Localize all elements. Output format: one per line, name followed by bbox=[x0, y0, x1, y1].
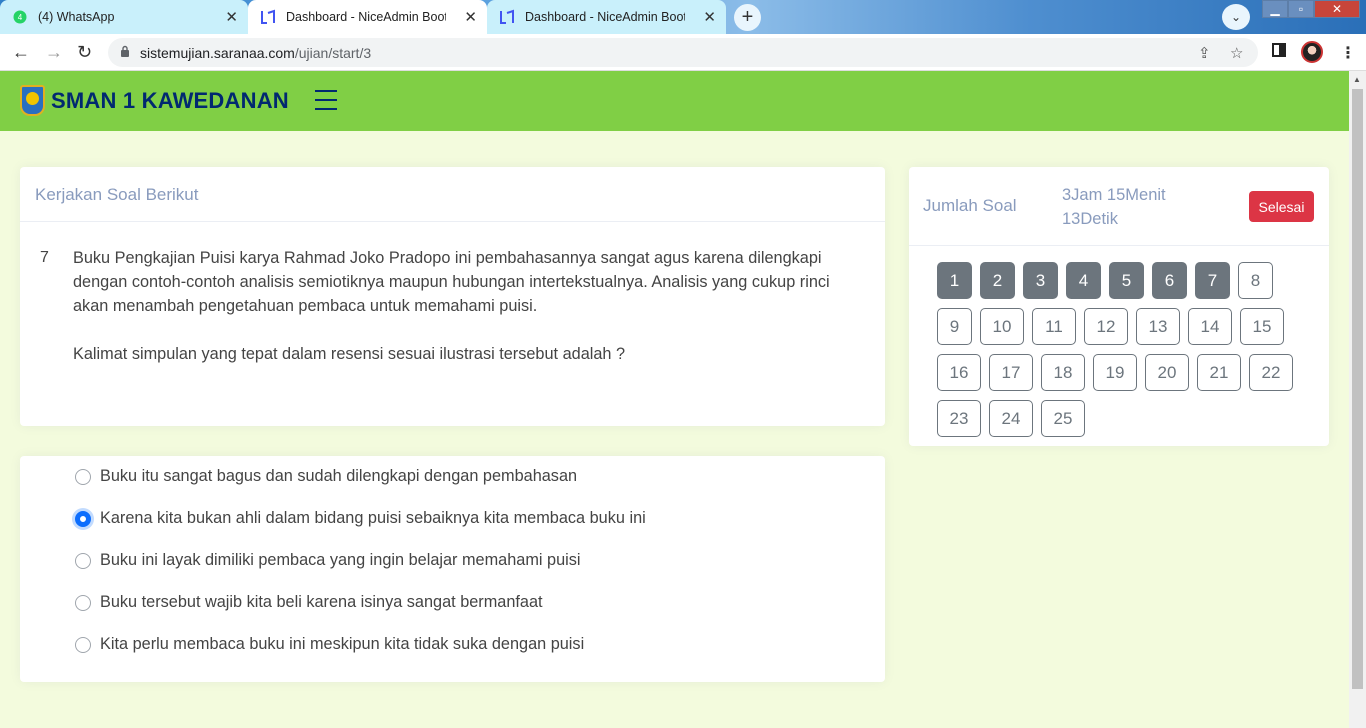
close-tab-icon[interactable]: ✕ bbox=[464, 8, 477, 26]
close-tab-icon[interactable]: ✕ bbox=[225, 8, 238, 26]
tab-title: Dashboard - NiceAdmin Bootstrap bbox=[525, 10, 685, 24]
tab-search-button[interactable]: ⌄ bbox=[1222, 4, 1250, 30]
answer-option[interactable]: Buku itu sangat bagus dan sudah dilengka… bbox=[75, 467, 577, 486]
question-button[interactable]: 19 bbox=[1093, 354, 1137, 391]
question-button[interactable]: 7 bbox=[1195, 262, 1230, 299]
scrollbar-thumb[interactable] bbox=[1352, 89, 1363, 689]
niceadmin-icon bbox=[260, 9, 276, 25]
hamburger-menu-icon[interactable] bbox=[315, 90, 337, 110]
tab-title: (4) WhatsApp bbox=[38, 10, 115, 24]
question-number: 7 bbox=[40, 249, 49, 266]
browser-toolbar: ← → ↻ sistemujian.saranaa.com/ujian/star… bbox=[0, 34, 1366, 71]
bookmark-star-icon[interactable]: ☆ bbox=[1230, 44, 1243, 62]
whatsapp-icon: 4 bbox=[12, 9, 28, 25]
question-paragraph: Buku Pengkajian Puisi karya Rahmad Joko … bbox=[73, 249, 830, 315]
question-card: Kerjakan Soal Berikut 7 Buku Pengkajian … bbox=[20, 167, 885, 426]
question-button[interactable]: 18 bbox=[1041, 354, 1085, 391]
answer-text: Buku tersebut wajib kita beli karena isi… bbox=[100, 593, 543, 611]
profile-avatar[interactable] bbox=[1301, 41, 1323, 63]
window-controls: ▁ ▫ ✕ bbox=[1262, 0, 1360, 20]
question-button[interactable]: 25 bbox=[1041, 400, 1085, 437]
question-button[interactable]: 22 bbox=[1249, 354, 1293, 391]
answer-text: Buku itu sangat bagus dan sudah dilengka… bbox=[100, 467, 578, 485]
question-button[interactable]: 13 bbox=[1136, 308, 1180, 345]
browser-tab-strip: 4 (4) WhatsApp ✕ Dashboard - NiceAdmin B… bbox=[0, 0, 1366, 34]
tab-dashboard[interactable]: Dashboard - NiceAdmin Bootstrap ✕ bbox=[487, 0, 726, 34]
side-panel-icon[interactable] bbox=[1272, 43, 1286, 62]
question-button[interactable]: 1 bbox=[937, 262, 972, 299]
question-count-label: Jumlah Soal bbox=[923, 196, 1017, 215]
school-logo-icon bbox=[20, 85, 45, 116]
question-button[interactable]: 6 bbox=[1152, 262, 1187, 299]
question-button[interactable]: 12 bbox=[1084, 308, 1128, 345]
question-prompt: Kalimat simpulan yang tepat dalam resens… bbox=[73, 345, 626, 363]
tab-dashboard-active[interactable]: Dashboard - NiceAdmin Bootstrap ✕ bbox=[248, 0, 487, 34]
answer-text: Kita perlu membaca buku ini meskipun kit… bbox=[100, 635, 585, 653]
finish-button[interactable]: Selesai bbox=[1249, 191, 1314, 222]
close-window-button[interactable]: ✕ bbox=[1314, 0, 1360, 18]
question-button[interactable]: 24 bbox=[989, 400, 1033, 437]
answer-radio[interactable] bbox=[75, 594, 91, 611]
tab-title: Dashboard - NiceAdmin Bootstrap bbox=[286, 10, 446, 24]
question-button[interactable]: 11 bbox=[1032, 308, 1076, 345]
question-button[interactable]: 16 bbox=[937, 354, 981, 391]
svg-text:4: 4 bbox=[18, 13, 23, 22]
reload-icon[interactable]: ↻ bbox=[77, 42, 92, 63]
answer-radio[interactable] bbox=[75, 552, 91, 569]
maximize-button[interactable]: ▫ bbox=[1288, 0, 1314, 18]
address-bar[interactable]: sistemujian.saranaa.com/ujian/start/3 ⇪ … bbox=[108, 38, 1258, 67]
answer-radio[interactable] bbox=[75, 468, 91, 485]
url-text: sistemujian.saranaa.com/ujian/start/3 bbox=[140, 45, 371, 61]
question-button[interactable]: 2 bbox=[980, 262, 1015, 299]
countdown-timer: 3Jam 15Menit 13Detik bbox=[1062, 183, 1212, 231]
question-button[interactable]: 14 bbox=[1188, 308, 1232, 345]
question-button[interactable]: 8 bbox=[1238, 262, 1273, 299]
new-tab-button[interactable]: + bbox=[734, 4, 761, 31]
question-navigator-card: Jumlah Soal 3Jam 15Menit 13Detik Selesai… bbox=[909, 167, 1329, 446]
navigator-header: Jumlah Soal 3Jam 15Menit 13Detik Selesai bbox=[909, 167, 1329, 246]
close-tab-icon[interactable]: ✕ bbox=[703, 8, 716, 26]
question-button[interactable]: 23 bbox=[937, 400, 981, 437]
question-button[interactable]: 17 bbox=[989, 354, 1033, 391]
question-text: Buku Pengkajian Puisi karya Rahmad Joko … bbox=[73, 246, 853, 366]
answer-radio-selected[interactable] bbox=[75, 510, 91, 527]
question-button[interactable]: 3 bbox=[1023, 262, 1058, 299]
answer-text: Karena kita bukan ahli dalam bidang puis… bbox=[100, 509, 646, 527]
answer-radio[interactable] bbox=[75, 636, 91, 653]
back-icon[interactable]: ← bbox=[12, 42, 30, 63]
url-path: /ujian/start/3 bbox=[294, 44, 372, 61]
question-card-title: Kerjakan Soal Berikut bbox=[20, 167, 885, 222]
forward-icon[interactable]: → bbox=[45, 42, 63, 63]
answer-option[interactable]: Buku tersebut wajib kita beli karena isi… bbox=[75, 593, 543, 612]
tab-whatsapp[interactable]: 4 (4) WhatsApp ✕ bbox=[0, 0, 248, 34]
niceadmin-icon bbox=[499, 9, 515, 25]
share-icon[interactable]: ⇪ bbox=[1198, 44, 1211, 62]
url-host: sistemujian.saranaa.com bbox=[140, 44, 295, 61]
timer-line: 3Jam 15Menit bbox=[1062, 186, 1166, 204]
answer-option[interactable]: Karena kita bukan ahli dalam bidang puis… bbox=[75, 509, 646, 528]
lock-icon bbox=[120, 45, 130, 60]
scroll-up-arrow-icon[interactable]: ▲ bbox=[1353, 75, 1361, 84]
question-button[interactable]: 21 bbox=[1197, 354, 1241, 391]
question-button[interactable]: 20 bbox=[1145, 354, 1189, 391]
question-button[interactable]: 5 bbox=[1109, 262, 1144, 299]
app-header: SMAN 1 KAWEDANAN bbox=[0, 71, 1349, 131]
question-button[interactable]: 15 bbox=[1240, 308, 1284, 345]
menu-kebab-icon[interactable]: ⋮ bbox=[1340, 43, 1356, 63]
minimize-button[interactable]: ▁ bbox=[1262, 0, 1288, 18]
answer-option[interactable]: Buku ini layak dimiliki pembaca yang ing… bbox=[75, 551, 581, 570]
page-scrollbar[interactable]: ▲ bbox=[1349, 71, 1366, 728]
answers-card: Buku itu sangat bagus dan sudah dilengka… bbox=[20, 456, 885, 682]
question-button[interactable]: 10 bbox=[980, 308, 1024, 345]
question-button[interactable]: 9 bbox=[937, 308, 972, 345]
timer-line: 13Detik bbox=[1062, 210, 1118, 228]
answer-option[interactable]: Kita perlu membaca buku ini meskipun kit… bbox=[75, 635, 584, 654]
school-name[interactable]: SMAN 1 KAWEDANAN bbox=[51, 88, 289, 114]
answer-text: Buku ini layak dimiliki pembaca yang ing… bbox=[100, 551, 581, 569]
question-button[interactable]: 4 bbox=[1066, 262, 1101, 299]
